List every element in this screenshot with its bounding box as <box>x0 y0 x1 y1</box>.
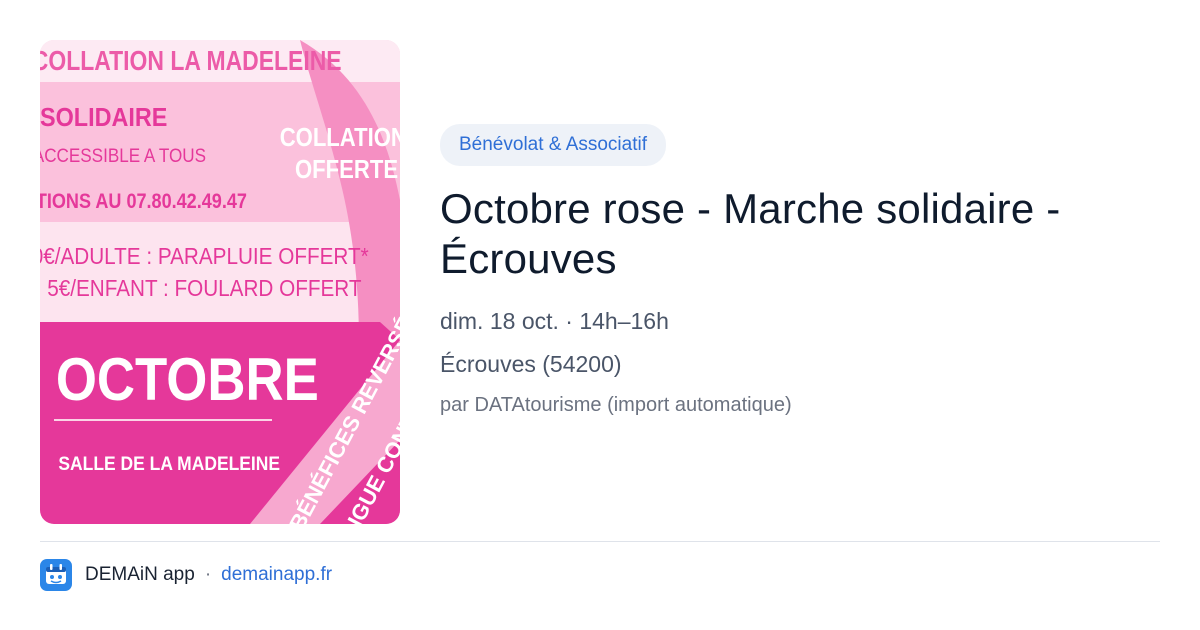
app-name[interactable]: DEMAiN app <box>85 564 195 586</box>
poster-ribbon-line1: COLLATION <box>280 123 400 152</box>
poster-ribbon-line2: OFFERTE <box>295 155 398 184</box>
category-badge[interactable]: Bénévolat & Associatif <box>440 124 666 166</box>
event-location: Écrouves (54200) <box>440 351 622 377</box>
poster-month-text: OCTOBRE <box>56 346 319 413</box>
poster-venue-text: SALLE DE LA MADELEINE <box>58 452 280 474</box>
event-title-line-2: Écrouves <box>440 235 617 282</box>
footer-separator: · <box>204 564 212 585</box>
poster-solidaire-text: SOLIDAIRE <box>40 104 167 132</box>
app-footer: DEMAiN app · demainapp.fr <box>40 558 332 592</box>
demain-logo-icon[interactable] <box>40 559 72 591</box>
event-title[interactable]: Octobre rose - Marche solidaire - Écrouv… <box>440 184 1160 284</box>
poster-adult-price-text: 10€/ADULTE : PARAPLUIE OFFERT* <box>40 243 369 269</box>
poster-phone-text: INSCRIPTIONS AU 07.80.42.49.47 <box>40 190 247 214</box>
poster-access-text: ACCESSIBLE A TOUS <box>40 145 206 166</box>
app-domain-link[interactable]: demainapp.fr <box>221 564 332 586</box>
poster-header-text: COLLATION LA MADELEINE <box>40 46 342 77</box>
event-info: Bénévolat & Associatif Octobre rose - Ma… <box>440 124 1160 417</box>
event-poster-image: COLLATION LA MADELEINE SOLIDAIRE ACCESSI… <box>40 40 400 524</box>
event-source: par DATAtourisme (import automatique) <box>440 394 792 416</box>
footer-divider <box>40 541 1160 542</box>
event-datetime: dim. 18 oct. · 14h–16h <box>440 308 669 334</box>
event-title-line-1: Octobre rose - Marche solidaire - <box>440 185 1061 232</box>
poster-child-price-text: 5€/ENFANT : FOULARD OFFERT <box>47 275 361 301</box>
